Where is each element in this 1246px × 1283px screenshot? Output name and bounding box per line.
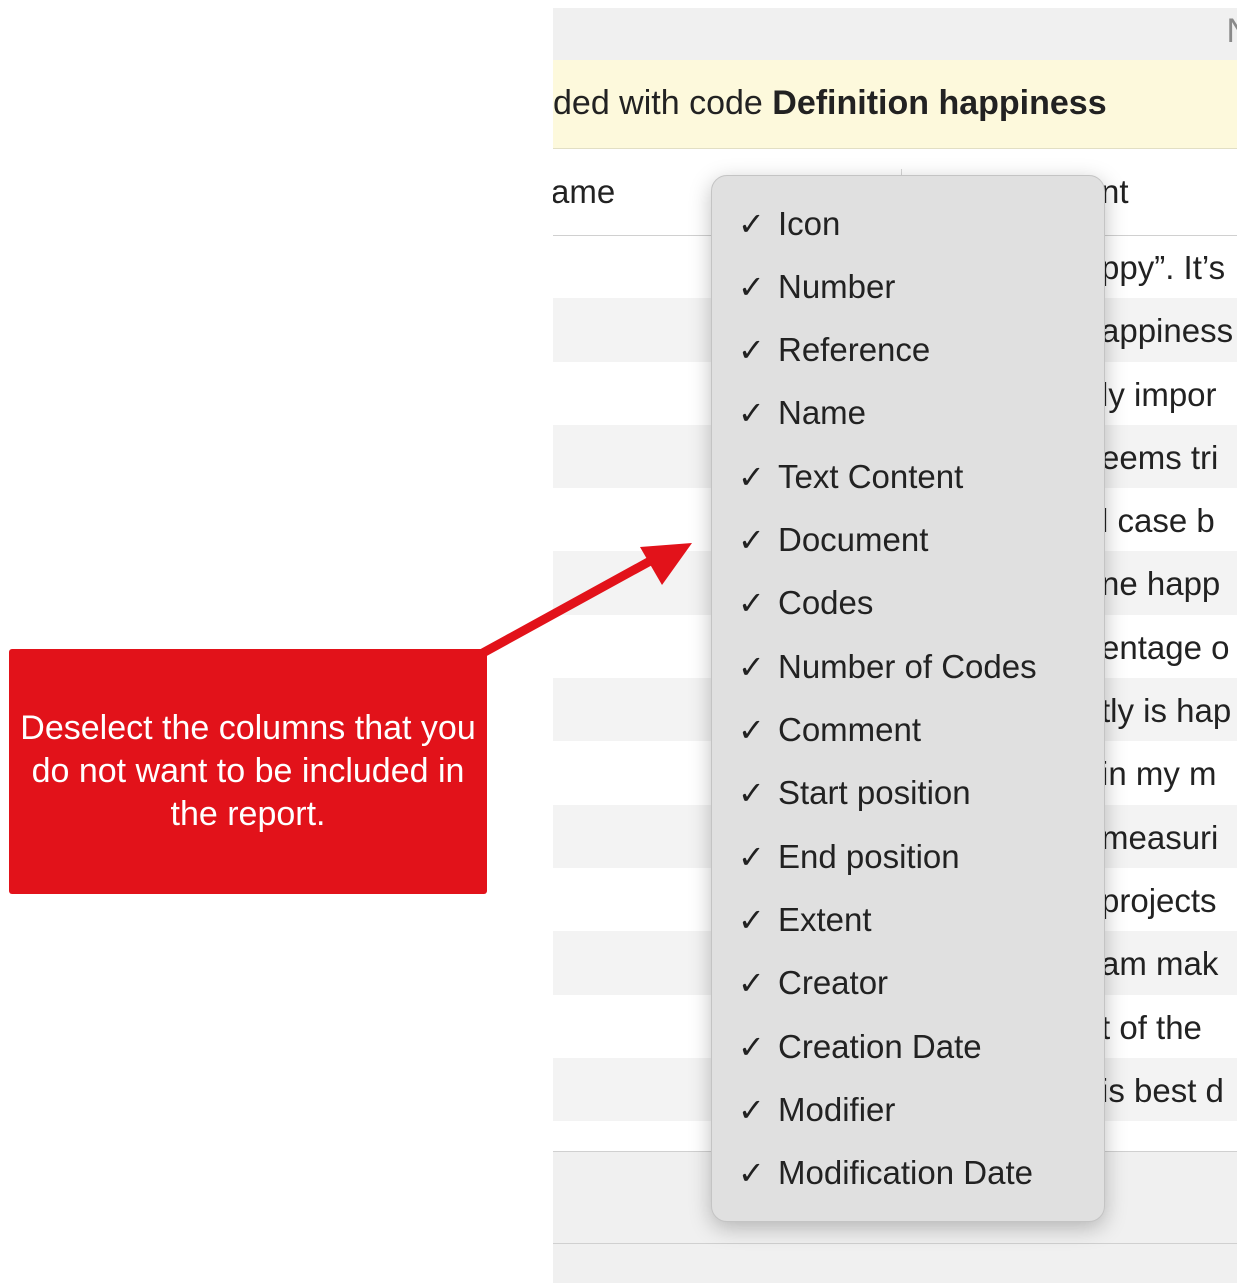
callout-arrow — [465, 543, 692, 665]
instruction-callout: Deselect the columns that you do not wan… — [9, 649, 487, 894]
arrow-shaft — [465, 555, 657, 665]
callout-text: Deselect the columns that you do not wan… — [20, 709, 476, 833]
